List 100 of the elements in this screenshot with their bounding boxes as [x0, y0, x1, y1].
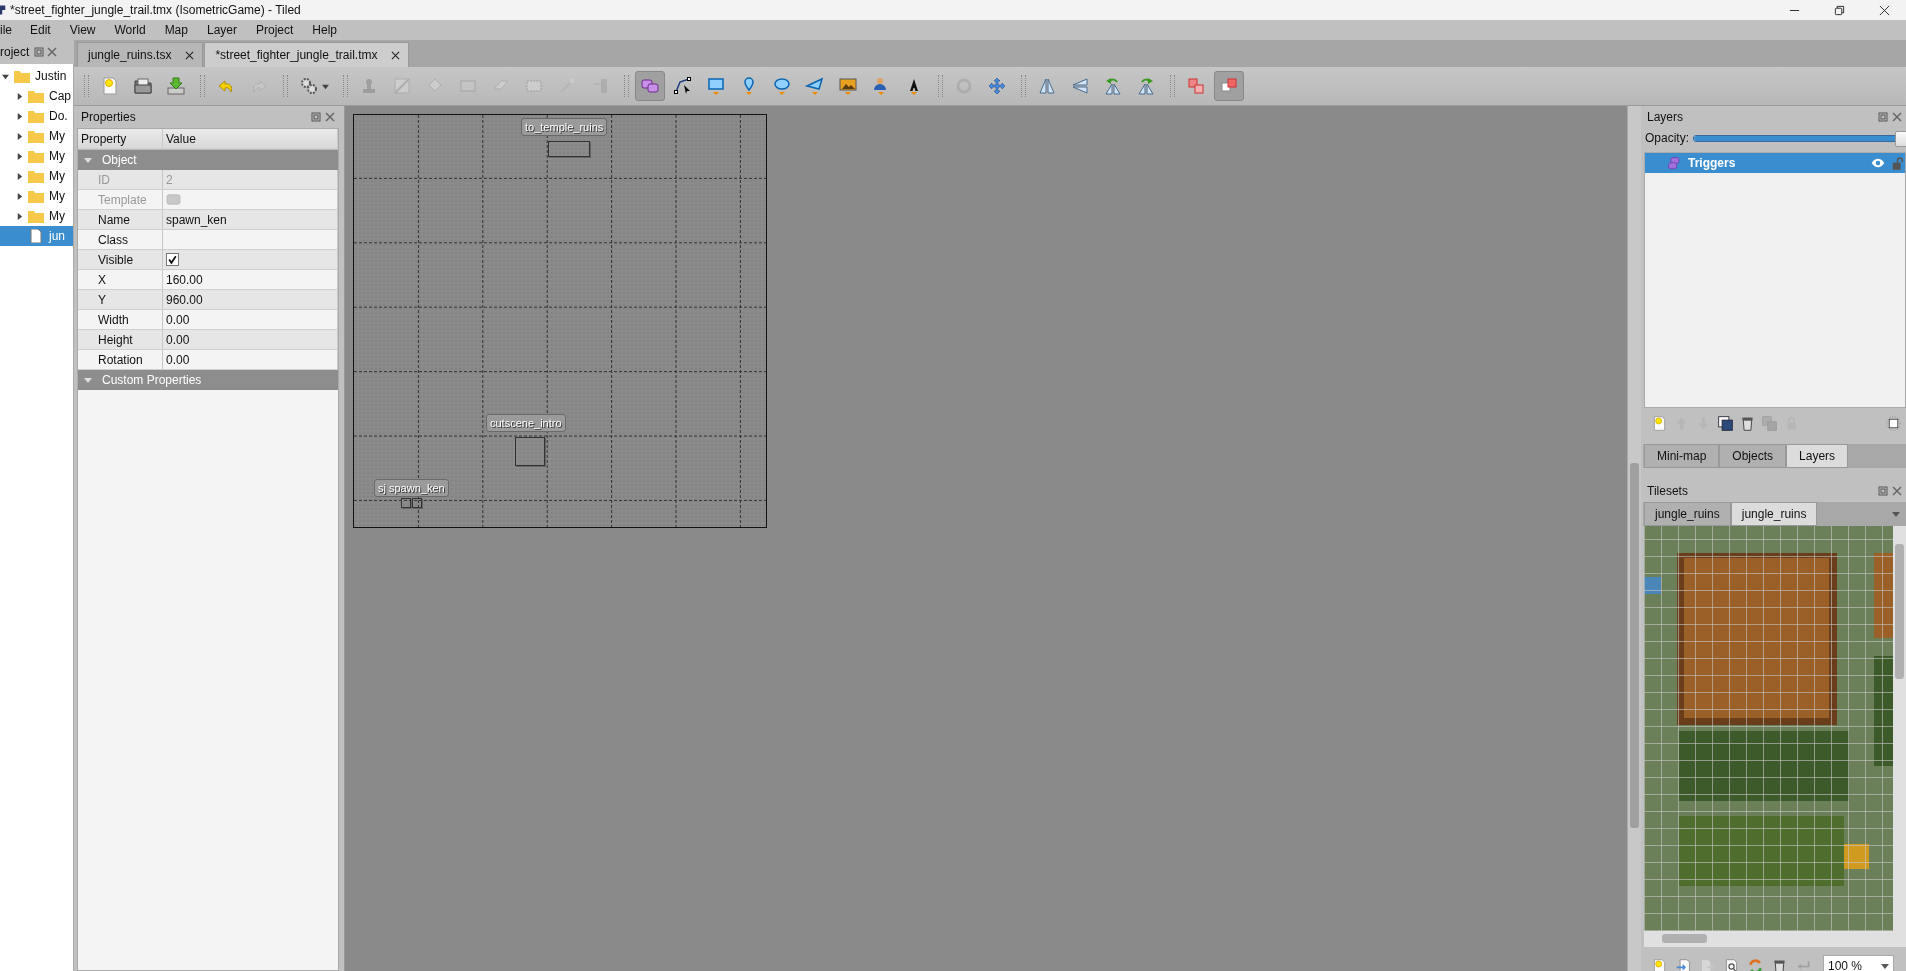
- float-icon[interactable]: [1878, 486, 1888, 496]
- expand-arrow-icon[interactable]: [16, 132, 23, 140]
- tree-item[interactable]: My: [0, 186, 73, 206]
- tree-item[interactable]: My: [0, 126, 73, 146]
- close-icon[interactable]: [391, 50, 401, 60]
- shapes-icon: [1667, 155, 1682, 171]
- duplicate-icon[interactable]: [1717, 414, 1734, 432]
- panel-tab[interactable]: Layers: [1786, 444, 1849, 468]
- folder-icon: [28, 189, 44, 203]
- layer-row[interactable]: Triggers: [1645, 153, 1905, 173]
- expand-arrow-icon[interactable]: [16, 112, 23, 120]
- menu-item[interactable]: View: [69, 23, 105, 37]
- vertical-scrollbar[interactable]: [1893, 526, 1906, 931]
- menu-item[interactable]: ile: [0, 23, 21, 37]
- caret-icon: [322, 82, 329, 90]
- tree-item[interactable]: My: [0, 206, 73, 226]
- flip-vertical-icon: [1070, 76, 1090, 96]
- float-icon[interactable]: [1878, 112, 1888, 122]
- tree-label: My: [49, 169, 65, 183]
- float-icon[interactable]: [311, 112, 321, 122]
- file-icon: [28, 229, 44, 243]
- menu-item[interactable]: World: [114, 23, 155, 37]
- column-header[interactable]: Value: [163, 129, 338, 149]
- checkbox[interactable]: [166, 253, 179, 266]
- dropdown-caret-icon[interactable]: [1892, 510, 1900, 518]
- panel-title: Properties: [81, 110, 136, 124]
- template-icon: [166, 193, 181, 206]
- caret-icon: [1881, 962, 1889, 970]
- tree-item[interactable]: My: [0, 166, 73, 186]
- rectangle-tool-icon: [706, 76, 726, 96]
- select-tiles-icon: [590, 76, 610, 96]
- float-icon[interactable]: [34, 47, 45, 57]
- tree-label: My: [49, 209, 65, 223]
- menu-item[interactable]: Map: [164, 23, 197, 37]
- panel-title: Tilesets: [1647, 484, 1688, 498]
- flip-horizontal-icon: [1037, 76, 1057, 96]
- import-document-icon[interactable]: [1675, 957, 1692, 971]
- menu-item[interactable]: Help: [312, 23, 347, 37]
- eye-icon[interactable]: [1871, 158, 1885, 168]
- window-title: *street_fighter_jungle_trail.tmx (IsometricGame) - Tiled: [10, 3, 301, 17]
- move-arrows-icon: [987, 76, 1007, 96]
- lock-icon[interactable]: [1892, 156, 1903, 170]
- tree-label: Justin: [35, 69, 67, 83]
- close-icon[interactable]: [1879, 4, 1890, 16]
- app-icon: [0, 4, 6, 16]
- folder-icon: [28, 129, 44, 143]
- new-document-icon[interactable]: [1651, 957, 1668, 971]
- object-rectangle[interactable]: [548, 141, 590, 157]
- new-document-icon: [100, 76, 120, 96]
- tree-item[interactable]: Justin: [0, 66, 73, 86]
- panel-title: Layers: [1647, 110, 1684, 124]
- tileset-tab[interactable]: jungle_ruins: [1644, 502, 1731, 526]
- triangle-icon: [805, 76, 825, 96]
- new-document-icon[interactable]: [1651, 414, 1668, 432]
- slider-thumb[interactable]: [1895, 131, 1906, 147]
- node-path-icon: [673, 76, 693, 96]
- gears-icon: [299, 76, 319, 96]
- menu-item[interactable]: Layer: [206, 23, 246, 37]
- tree-item[interactable]: My: [0, 146, 73, 166]
- group-label: Object: [102, 153, 137, 167]
- column-header[interactable]: Property: [78, 129, 163, 149]
- folder-icon: [133, 76, 153, 96]
- expand-arrow-icon[interactable]: [16, 92, 23, 100]
- tileset-tab[interactable]: jungle_ruins: [1730, 502, 1818, 526]
- close-icon[interactable]: [185, 50, 195, 60]
- folder-icon: [28, 149, 44, 163]
- document-magnifier-icon[interactable]: [1723, 957, 1740, 971]
- expand-arrow-icon[interactable]: [16, 192, 23, 200]
- ellipse-icon: [772, 76, 792, 96]
- layer-name: Triggers: [1688, 156, 1736, 170]
- object-marker[interactable]: [401, 498, 411, 508]
- tree-item[interactable]: jun: [0, 226, 73, 246]
- opacity-slider[interactable]: [1693, 129, 1906, 147]
- tree-label: Do.: [49, 109, 68, 123]
- menu-item[interactable]: Edit: [30, 23, 60, 37]
- document-tab[interactable]: *street_fighter_jungle_trail.tmx: [204, 42, 410, 67]
- restore-icon[interactable]: [1834, 4, 1845, 16]
- document-tab[interactable]: jungle_ruins.tsx: [77, 42, 204, 67]
- vertical-scrollbar[interactable]: [1627, 106, 1641, 971]
- expand-arrow-icon[interactable]: [16, 172, 23, 180]
- object-rectangle[interactable]: [515, 437, 545, 466]
- image-icon: [838, 76, 858, 96]
- menu-item[interactable]: Project: [256, 23, 303, 37]
- panel-tab[interactable]: Mini-map: [1644, 444, 1720, 468]
- expand-arrow-icon[interactable]: [16, 152, 23, 160]
- swap-arrows-icon[interactable]: [1747, 957, 1764, 971]
- shapes-icon: [640, 76, 660, 96]
- tree-label: My: [49, 129, 65, 143]
- tileset-drawing[interactable]: [1644, 526, 1893, 931]
- expand-arrow-icon[interactable]: [16, 212, 23, 220]
- object-marker[interactable]: [412, 498, 422, 508]
- expand-arrow-icon[interactable]: [2, 72, 9, 80]
- horizontal-scrollbar[interactable]: [1644, 931, 1906, 947]
- zoom-dropdown[interactable]: 100 %: [1823, 955, 1894, 971]
- tree-label: Cap: [49, 89, 71, 103]
- panel-tab[interactable]: Objects: [1719, 444, 1787, 468]
- rotate-shape-icon: [954, 76, 974, 96]
- tree-label: jun: [49, 229, 65, 243]
- tree-item[interactable]: Cap: [0, 86, 73, 106]
- tree-item[interactable]: Do.: [0, 106, 73, 126]
